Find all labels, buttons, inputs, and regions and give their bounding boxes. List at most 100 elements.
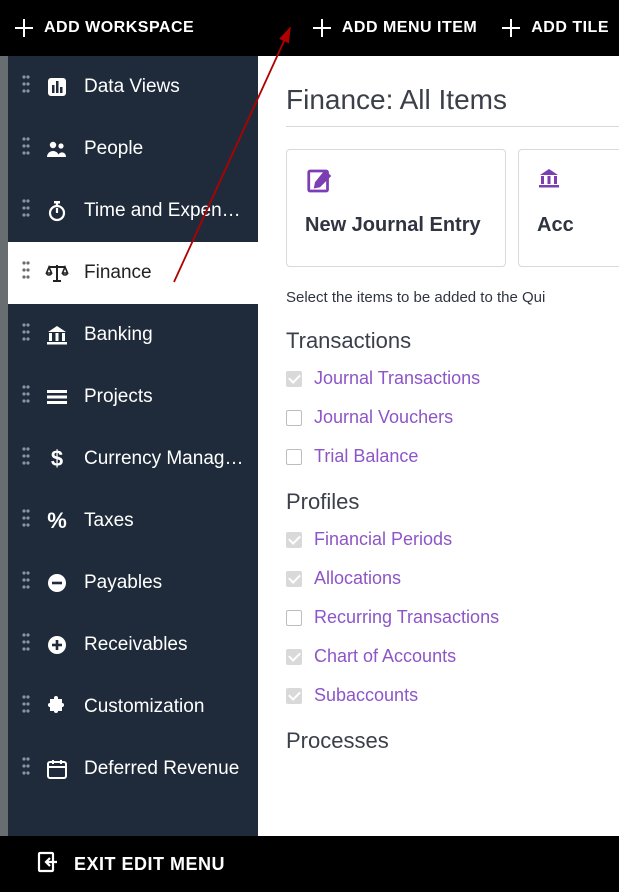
minus-circle-icon — [44, 571, 70, 595]
option-label: Recurring Transactions — [314, 607, 499, 628]
add-tile-button[interactable]: ADD TILE — [487, 0, 619, 56]
add-tile-label: ADD TILE — [531, 19, 609, 37]
drag-handle-icon[interactable] — [22, 570, 30, 596]
bank-icon — [537, 166, 619, 202]
drag-handle-icon[interactable] — [22, 508, 30, 534]
sidebar-item-banking[interactable]: Banking — [8, 304, 258, 366]
checkbox[interactable] — [286, 410, 302, 426]
sidebar-item-label: Receivables — [84, 634, 188, 656]
sidebar-item-label: Projects — [84, 386, 153, 408]
add-workspace-button[interactable]: ADD WORKSPACE — [0, 0, 204, 56]
sidebar-item-label: Customization — [84, 696, 204, 718]
sidebar: Data Views People Time and Expenses Finance… — [0, 56, 258, 836]
edit-icon — [305, 166, 487, 202]
sidebar-item-deferred-revenue[interactable]: Deferred Revenue — [8, 738, 258, 800]
quick-menu-option[interactable]: Recurring Transactions — [286, 607, 619, 628]
chart-icon — [44, 75, 70, 99]
sidebar-item-currency-manage-[interactable]: $ Currency Manage... — [8, 428, 258, 490]
drag-handle-icon[interactable] — [22, 260, 30, 286]
plus-icon — [501, 18, 521, 38]
quick-menu-option[interactable]: Journal Transactions — [286, 368, 619, 389]
exit-edit-menu-button[interactable]: EXIT EDIT MENU — [0, 836, 619, 892]
sidebar-item-label: Currency Manage... — [84, 448, 244, 470]
exit-edit-menu-label: EXIT EDIT MENU — [74, 854, 225, 875]
quick-menu-option[interactable]: Chart of Accounts — [286, 646, 619, 667]
sidebar-item-label: Payables — [84, 572, 162, 594]
quick-menu-option[interactable]: Journal Vouchers — [286, 407, 619, 428]
projects-icon — [44, 385, 70, 409]
stopwatch-icon — [44, 199, 70, 223]
page-title: Finance: All Items — [286, 84, 619, 127]
checkbox[interactable] — [286, 449, 302, 465]
drag-handle-icon[interactable] — [22, 446, 30, 472]
instruction-text: Select the items to be added to the Qui — [286, 289, 619, 306]
sidebar-item-label: Taxes — [84, 510, 134, 532]
tiles-row: New Journal Entry Acc — [286, 149, 619, 267]
tile-acc[interactable]: Acc — [518, 149, 619, 267]
sidebar-item-projects[interactable]: Projects — [8, 366, 258, 428]
tile-new-journal-entry[interactable]: New Journal Entry — [286, 149, 506, 267]
add-menu-item-button[interactable]: ADD MENU ITEM — [298, 0, 487, 56]
quick-menu-option[interactable]: Subaccounts — [286, 685, 619, 706]
svg-text:%: % — [47, 509, 67, 533]
option-label: Trial Balance — [314, 446, 418, 467]
sidebar-item-payables[interactable]: Payables — [8, 552, 258, 614]
checkbox[interactable] — [286, 371, 302, 387]
drag-handle-icon[interactable] — [22, 198, 30, 224]
option-label: Journal Vouchers — [314, 407, 453, 428]
option-label: Financial Periods — [314, 529, 452, 550]
drag-handle-icon[interactable] — [22, 322, 30, 348]
sidebar-item-data-views[interactable]: Data Views — [8, 56, 258, 118]
checkbox[interactable] — [286, 688, 302, 704]
checkbox[interactable] — [286, 571, 302, 587]
sidebar-item-label: People — [84, 138, 143, 160]
option-label: Journal Transactions — [314, 368, 480, 389]
plus-icon — [14, 18, 34, 38]
add-menu-item-label: ADD MENU ITEM — [342, 19, 477, 37]
sidebar-item-people[interactable]: People — [8, 118, 258, 180]
sidebar-item-time-and-expenses[interactable]: Time and Expenses — [8, 180, 258, 242]
drag-handle-icon[interactable] — [22, 632, 30, 658]
section-header: Profiles — [286, 489, 619, 515]
drag-handle-icon[interactable] — [22, 694, 30, 720]
top-bar: ADD WORKSPACE ADD MENU ITEM ADD TILE — [0, 0, 619, 56]
checkbox[interactable] — [286, 532, 302, 548]
puzzle-icon — [44, 695, 70, 719]
sidebar-item-label: Time and Expenses — [84, 200, 244, 222]
sidebar-item-taxes[interactable]: % Taxes — [8, 490, 258, 552]
dollar-icon: $ — [44, 447, 70, 471]
quick-menu-option[interactable]: Financial Periods — [286, 529, 619, 550]
sidebar-item-label: Finance — [84, 262, 152, 284]
bank-icon — [44, 323, 70, 347]
drag-handle-icon[interactable] — [22, 384, 30, 410]
sidebar-item-label: Banking — [84, 324, 153, 346]
drag-handle-icon[interactable] — [22, 74, 30, 100]
plus-circle-icon — [44, 633, 70, 657]
option-label: Chart of Accounts — [314, 646, 456, 667]
tile-label: Acc — [537, 214, 619, 237]
section-header: Processes — [286, 728, 619, 754]
sidebar-item-label: Data Views — [84, 76, 180, 98]
plus-icon — [312, 18, 332, 38]
checkbox[interactable] — [286, 610, 302, 626]
exit-icon — [36, 850, 60, 879]
add-workspace-label: ADD WORKSPACE — [44, 19, 194, 37]
sidebar-item-label: Deferred Revenue — [84, 758, 239, 780]
main-panel: Finance: All Items New Journal EntryAcc … — [258, 56, 619, 836]
drag-handle-icon[interactable] — [22, 136, 30, 162]
svg-text:$: $ — [51, 447, 63, 471]
sidebar-item-finance[interactable]: Finance — [8, 242, 258, 304]
checkbox[interactable] — [286, 649, 302, 665]
section-header: Transactions — [286, 328, 619, 354]
option-label: Allocations — [314, 568, 401, 589]
people-icon — [44, 137, 70, 161]
sidebar-item-receivables[interactable]: Receivables — [8, 614, 258, 676]
sidebar-item-customization[interactable]: Customization — [8, 676, 258, 738]
percent-icon: % — [44, 509, 70, 533]
quick-menu-option[interactable]: Trial Balance — [286, 446, 619, 467]
drag-handle-icon[interactable] — [22, 756, 30, 782]
quick-menu-option[interactable]: Allocations — [286, 568, 619, 589]
tile-label: New Journal Entry — [305, 214, 487, 237]
option-label: Subaccounts — [314, 685, 418, 706]
scales-icon — [44, 261, 70, 285]
